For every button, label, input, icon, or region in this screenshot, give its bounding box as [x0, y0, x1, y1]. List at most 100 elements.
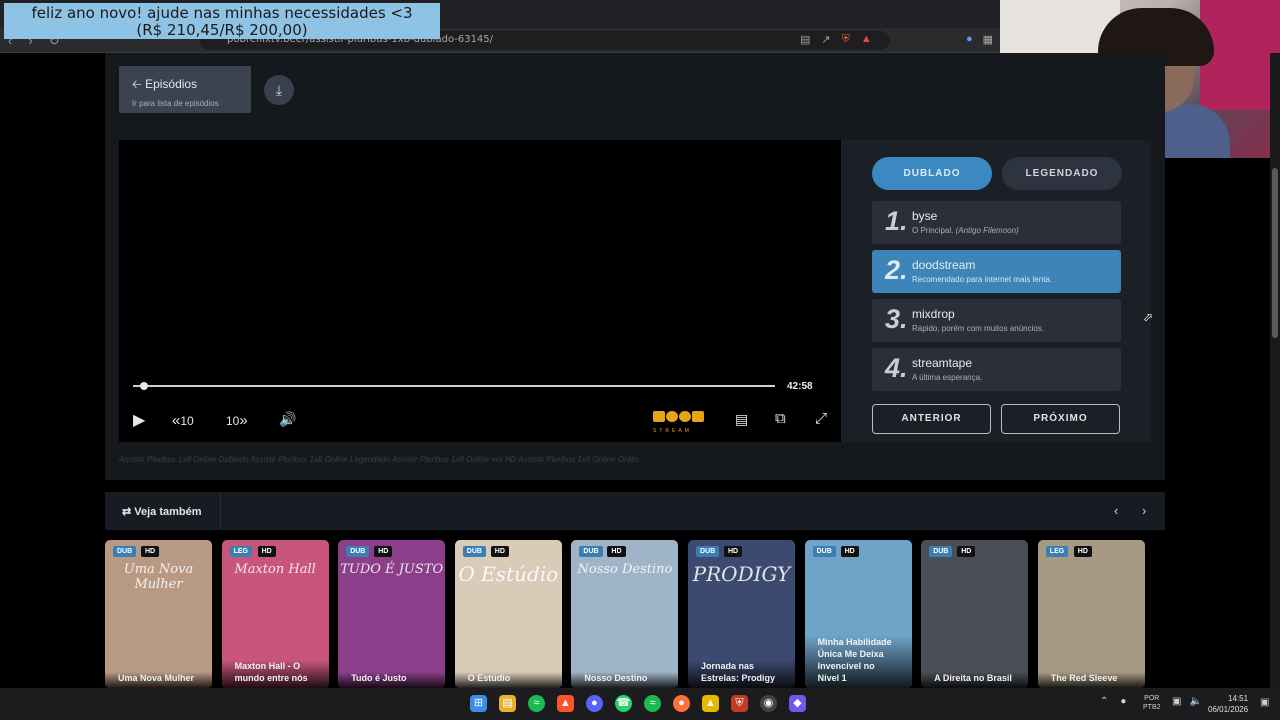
input-language[interactable]: POR PTB2	[1143, 694, 1161, 712]
duration-label: 42:58	[787, 381, 813, 392]
card-title: O Estúdio	[454, 672, 562, 688]
video-screen[interactable]	[119, 140, 841, 442]
diamond-app-icon[interactable]: ◆	[789, 695, 806, 712]
rewind-button[interactable]: «10	[172, 412, 194, 429]
movie-card[interactable]: Maxton Hall LEG HD Maxton Hall - O mundo en…	[221, 540, 329, 688]
movie-card[interactable]: DUB HD Minha Habilidade Única Me Deixa Inv…	[804, 540, 912, 688]
episodes-title: Episódios	[145, 77, 198, 91]
card-language-badge: LEG	[229, 546, 252, 557]
obs-icon[interactable]: ◉	[760, 695, 777, 712]
movie-card[interactable]: Uma Nova Mulher DUB HD Uma Nova Mulher	[105, 540, 212, 688]
clock-date: 06/01/2026	[1208, 705, 1249, 714]
shield-app-icon[interactable]: ⛨	[731, 695, 748, 712]
download-icon: ⤓	[275, 82, 283, 98]
lang-line-2: PTB2	[1143, 704, 1161, 711]
episodes-subtitle: Ir para lista de episódios	[132, 99, 219, 108]
spotify-alt-icon[interactable]: ≈	[644, 695, 661, 712]
subtitled-button[interactable]: LEGENDADO	[1002, 157, 1122, 190]
brand-label: STREAM	[653, 428, 692, 434]
server-option-streamtape[interactable]: 4. streamtape A última esperança.	[872, 348, 1121, 391]
card-quality-badge: HD	[607, 546, 626, 557]
brave-rewards-icon[interactable]: ▲	[861, 33, 872, 46]
progress-bar[interactable]	[133, 385, 775, 387]
card-title: Nosso Destino	[571, 672, 679, 688]
card-quality-badge: HD	[724, 546, 743, 557]
share-icon[interactable]: ↗	[821, 33, 830, 46]
play-icon[interactable]: ▶	[133, 410, 145, 430]
server-option-byse[interactable]: 1. byse O Principal. (Antigo Filemoon)	[872, 201, 1121, 244]
card-language-badge: DUB	[929, 546, 953, 557]
extension-puzzle-icon[interactable]: ▦	[983, 33, 993, 46]
app-icon[interactable]: ▲	[702, 695, 719, 712]
card-title: Uma Nova Mulher	[105, 672, 212, 688]
system-clock[interactable]: 14:51 06/01/2026	[1208, 693, 1248, 715]
card-language-badge: DUB	[579, 546, 603, 557]
server-desc: Rápido, porém com muitos anúncios.	[912, 324, 1045, 333]
movie-card[interactable]: PRODIGY DUB HD Jornada nas Estrelas: Prodig…	[688, 540, 795, 688]
volume-tray-icon[interactable]: 🔈	[1189, 696, 1201, 707]
server-number: 2.	[885, 255, 908, 285]
movie-card[interactable]: Nosso Destino DUB HD Nosso Destino	[571, 540, 679, 688]
rewind-label: 10	[180, 414, 194, 428]
spotify-icon[interactable]: ≈	[528, 695, 545, 712]
fullscreen-icon[interactable]: ⤢	[815, 410, 827, 427]
microphone-icon[interactable]: ●	[1120, 696, 1126, 707]
server-number: 3.	[885, 304, 908, 334]
fast-forward-icon: »	[239, 412, 248, 429]
server-option-doodstream[interactable]: 2. doodstream Recomendado para internet …	[872, 250, 1121, 293]
page-scrollbar[interactable]	[1270, 53, 1280, 688]
network-icon[interactable]: ▣	[1172, 696, 1181, 707]
carousel-next-icon[interactable]: ›	[1142, 503, 1146, 518]
discord-icon[interactable]: ●	[586, 695, 603, 712]
seo-text: Assistir Pluribus 1x8 Online Dublado Ass…	[119, 455, 640, 464]
forward-button[interactable]: 10»	[226, 412, 248, 429]
episodes-button[interactable]: 🡠 Episódios Ir para lista de episódios	[119, 66, 251, 113]
server-number: 4.	[885, 353, 908, 383]
extension-icon[interactable]: ●	[966, 33, 973, 46]
firefox-icon[interactable]: ●	[673, 695, 690, 712]
movie-card[interactable]: LEG HD The Red Sleeve	[1037, 540, 1145, 688]
card-quality-badge: HD	[840, 546, 859, 557]
scrollbar-thumb[interactable]	[1272, 168, 1278, 338]
movie-card[interactable]: O Estúdio DUB HD O Estúdio	[454, 540, 562, 688]
brave-icon[interactable]: ▲	[557, 695, 574, 712]
carousel-prev-icon[interactable]: ‹	[1114, 503, 1118, 518]
brave-shield-icon[interactable]: ⛨	[842, 33, 850, 46]
movie-card[interactable]: TUDO É JUSTO DUB HD Tudo é Justo	[338, 540, 446, 688]
next-episode-button[interactable]: PRÓXIMO	[1001, 404, 1120, 434]
dubbed-button[interactable]: DUBLADO	[872, 157, 992, 190]
card-poster-title: O Estúdio	[458, 562, 559, 586]
card-title: The Red Sleeve	[1037, 672, 1145, 688]
file-explorer-icon[interactable]: ▤	[499, 695, 516, 712]
see-also-header	[105, 492, 1165, 530]
card-poster-title: Uma Nova Mulher	[123, 562, 194, 592]
whatsapp-icon[interactable]: ☎	[615, 695, 632, 712]
windows-taskbar: ⊞ ▤ ≈ ▲ ● ☎ ≈ ● ▲ ⛨ ◉ ◆ ⌃ ● POR PTB2 ▣ 🔈…	[0, 688, 1280, 720]
card-language-badge: DUB	[696, 546, 720, 557]
server-option-mixdrop[interactable]: 3. mixdrop Rápido, porém com muitos anún…	[872, 299, 1121, 342]
server-desc: A última esperança.	[912, 373, 983, 382]
tray-chevron-icon[interactable]: ⌃	[1100, 696, 1108, 707]
header-divider	[220, 492, 221, 530]
movie-card[interactable]: DUB HD A Direita no Brasil	[921, 540, 1029, 688]
card-poster-title: Maxton Hall	[234, 562, 316, 577]
card-language-badge: DUB	[812, 546, 836, 557]
card-title: A Direita no Brasil	[921, 672, 1029, 688]
reader-icon[interactable]: ▤	[800, 33, 810, 46]
download-button[interactable]: ⤓	[264, 75, 294, 105]
pip-icon[interactable]: ⧉	[775, 410, 786, 427]
server-name: mixdrop	[912, 307, 955, 321]
card-quality-badge: HD	[374, 546, 393, 557]
card-quality-badge: HD	[957, 546, 976, 557]
card-quality-badge: HD	[141, 546, 160, 557]
start-icon[interactable]: ⊞	[470, 695, 487, 712]
server-number: 1.	[885, 206, 908, 236]
card-poster-title: TUDO É JUSTO	[340, 562, 444, 577]
volume-icon[interactable]: 🔊	[279, 411, 296, 428]
subtitles-icon[interactable]: ▤	[735, 411, 748, 428]
card-poster-title: PRODIGY	[692, 562, 791, 586]
previous-episode-button[interactable]: ANTERIOR	[872, 404, 991, 434]
notification-icon[interactable]: ▣	[1260, 697, 1269, 708]
card-poster-title: Nosso Destino	[577, 562, 673, 577]
see-also-title: ⇄ Veja também	[122, 505, 202, 518]
